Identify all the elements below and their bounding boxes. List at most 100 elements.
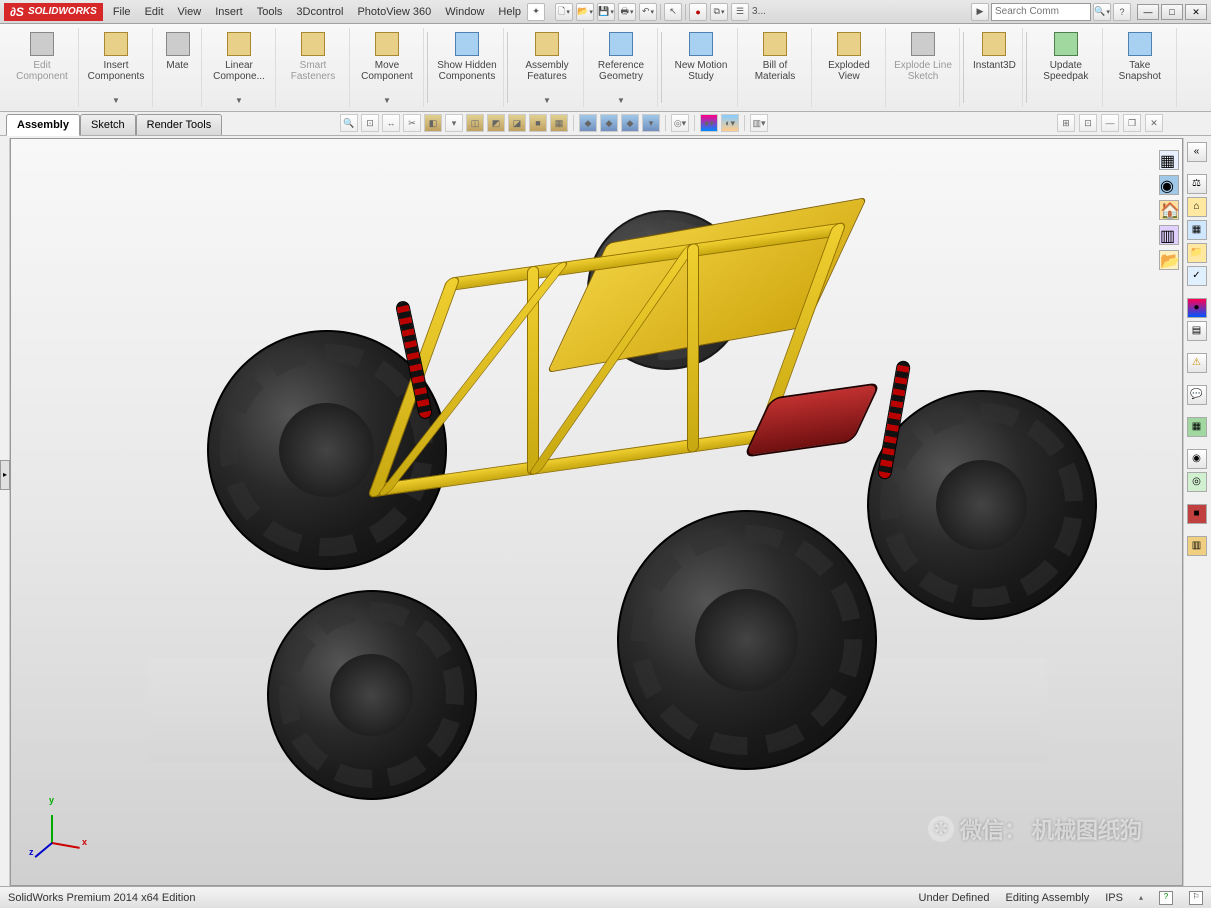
status-defined: Under Defined xyxy=(919,892,990,904)
hide-show-icon[interactable]: ◎▾ xyxy=(671,114,689,132)
status-flag-icon[interactable]: ⚐ xyxy=(1189,891,1203,905)
select-button[interactable]: ↖ xyxy=(664,3,682,21)
tp2-5-icon[interactable]: 📂 xyxy=(1159,250,1179,270)
ribbon-bill-of-materials[interactable]: Bill of Materials xyxy=(739,28,812,107)
rebuild-button[interactable]: ● xyxy=(689,3,707,21)
taskpane-misc1-icon[interactable]: ◉ xyxy=(1187,449,1207,469)
save-button[interactable]: 💾 xyxy=(597,3,615,21)
ribbon-assembly-features[interactable]: Assembly Features▼ xyxy=(511,28,584,107)
zoom-fit-icon[interactable]: 🔍 xyxy=(340,114,358,132)
section-view-icon[interactable]: ✂ xyxy=(403,114,421,132)
help-button[interactable]: ? xyxy=(1113,3,1131,21)
prev-view-icon[interactable]: ↔ xyxy=(382,114,400,132)
watermark-prefix: 微信： xyxy=(960,813,1026,845)
vp-btn-2[interactable]: ⊡ xyxy=(1079,114,1097,132)
tab-sketch[interactable]: Sketch xyxy=(80,114,136,135)
menu-window[interactable]: Window xyxy=(445,6,484,18)
ribbon-mate[interactable]: Mate xyxy=(154,28,202,107)
taskpane-design-lib-icon[interactable]: ▦ xyxy=(1187,220,1207,240)
shadow-icon[interactable]: ▦ xyxy=(550,114,568,132)
vp-restore[interactable]: ❐ xyxy=(1123,114,1141,132)
taskpane-excel-icon[interactable]: ▦ xyxy=(1187,417,1207,437)
wireframe-icon[interactable]: ◫ xyxy=(466,114,484,132)
taskpane-expand-icon[interactable]: « xyxy=(1187,142,1207,162)
search-dropdown[interactable]: 🔍 xyxy=(1093,3,1111,21)
feature-tree-flyout-handle[interactable]: ▸ xyxy=(0,460,10,490)
shaded-edges-icon[interactable]: ◪ xyxy=(508,114,526,132)
taskpane-appearances-icon[interactable]: ● xyxy=(1187,298,1207,318)
taskpane-warning-icon[interactable]: ⚠ xyxy=(1187,353,1207,373)
ribbon-update-speedpak[interactable]: Update Speedpak xyxy=(1030,28,1103,107)
ribbon-label: Mate xyxy=(166,60,188,71)
new-doc-button[interactable]: 🗋 xyxy=(555,3,573,21)
ribbon-linear-compone-[interactable]: Linear Compone...▼ xyxy=(203,28,276,107)
ribbon-show-hidden-components[interactable]: Show Hidden Components xyxy=(431,28,504,107)
shaded-icon[interactable]: ■ xyxy=(529,114,547,132)
ribbon-reference-geometry[interactable]: Reference Geometry▼ xyxy=(585,28,658,107)
scene-icon[interactable]: ◐▾ xyxy=(721,114,739,132)
menu-edit[interactable]: Edit xyxy=(145,6,164,18)
menu-help[interactable]: Help xyxy=(498,6,521,18)
taskpane-bottom-icon[interactable]: ▥ xyxy=(1187,536,1207,556)
view-cube-2-icon[interactable]: ◆ xyxy=(600,114,618,132)
task-pane-secondary: ▦ ◉ 🏠 ▥ 📂 xyxy=(1157,150,1181,270)
vp-close[interactable]: ✕ xyxy=(1145,114,1163,132)
search-run-icon[interactable]: ▶ xyxy=(971,3,989,21)
tp2-2-icon[interactable]: ◉ xyxy=(1159,175,1179,195)
appearance-icon[interactable]: ●▾ xyxy=(700,114,718,132)
ribbon-insert-components[interactable]: Insert Components▼ xyxy=(80,28,153,107)
view-cube-3-icon[interactable]: ◆ xyxy=(621,114,639,132)
options-button[interactable]: ⧉ xyxy=(710,3,728,21)
menu-3dcontrol[interactable]: 3Dcontrol xyxy=(296,6,343,18)
tab-render-tools[interactable]: Render Tools xyxy=(136,114,223,135)
help-star-icon[interactable]: ✦ xyxy=(527,3,545,21)
vp-btn-1[interactable]: ⊞ xyxy=(1057,114,1075,132)
ribbon-label: Explode Line Sketch xyxy=(893,60,953,82)
menu-view[interactable]: View xyxy=(178,6,202,18)
view-triad: y z x xyxy=(31,803,81,853)
open-doc-button[interactable]: 📂 xyxy=(576,3,594,21)
taskpane-misc2-icon[interactable]: ◎ xyxy=(1187,472,1207,492)
display-style-icon[interactable]: ▾ xyxy=(445,114,463,132)
view-orient-icon[interactable]: ◧ xyxy=(424,114,442,132)
window-controls: — □ ✕ xyxy=(1137,4,1207,20)
ribbon-new-motion-study[interactable]: New Motion Study xyxy=(665,28,738,107)
search-input[interactable] xyxy=(991,3,1091,21)
graphics-viewport[interactable]: y z x ✱ 微信： 机械图纸狗 xyxy=(10,138,1183,886)
view-cube-1-icon[interactable]: ◆ xyxy=(579,114,597,132)
ribbon-take-snapshot[interactable]: Take Snapshot xyxy=(1104,28,1177,107)
maximize-button[interactable]: □ xyxy=(1161,4,1183,20)
status-units[interactable]: IPS xyxy=(1105,892,1123,904)
taskpane-file-explorer-icon[interactable]: 📁 xyxy=(1187,243,1207,263)
logo-glyph-icon: ∂S xyxy=(10,5,24,19)
taskpane-balance-icon[interactable]: ⚖ xyxy=(1187,174,1207,194)
taskpane-color-icon[interactable]: ■ xyxy=(1187,504,1207,524)
vp-minimize[interactable]: — xyxy=(1101,114,1119,132)
render-settings-icon[interactable]: ▥▾ xyxy=(750,114,768,132)
tp2-4-icon[interactable]: ▥ xyxy=(1159,225,1179,245)
taskpane-resources-icon[interactable]: ⌂ xyxy=(1187,197,1207,217)
zoom-area-icon[interactable]: ⊡ xyxy=(361,114,379,132)
print-button[interactable]: 🖶 xyxy=(618,3,636,21)
taskpane-custom-props-icon[interactable]: ▤ xyxy=(1187,321,1207,341)
hidden-lines-icon[interactable]: ◩ xyxy=(487,114,505,132)
close-button[interactable]: ✕ xyxy=(1185,4,1207,20)
menu-insert[interactable]: Insert xyxy=(215,6,243,18)
taskpane-forum-icon[interactable]: 💬 xyxy=(1187,385,1207,405)
status-help-icon[interactable]: ? xyxy=(1159,891,1173,905)
taskpane-view-palette-icon[interactable]: ✓ xyxy=(1187,266,1207,286)
view-cube-4-icon[interactable]: ▾ xyxy=(642,114,660,132)
tp2-1-icon[interactable]: ▦ xyxy=(1159,150,1179,170)
menu-photoview[interactable]: PhotoView 360 xyxy=(357,6,431,18)
menu-file[interactable]: File xyxy=(113,6,131,18)
doc-list-button[interactable]: ☰ xyxy=(731,3,749,21)
ribbon-exploded-view[interactable]: Exploded View xyxy=(813,28,886,107)
tab-assembly[interactable]: Assembly xyxy=(6,114,80,136)
ribbon-instant-d[interactable]: Instant3D xyxy=(967,28,1023,107)
undo-button[interactable]: ↶ xyxy=(639,3,657,21)
ribbon-move-component[interactable]: Move Component▼ xyxy=(351,28,424,107)
minimize-button[interactable]: — xyxy=(1137,4,1159,20)
tp2-3-icon[interactable]: 🏠 xyxy=(1159,200,1179,220)
menu-tools[interactable]: Tools xyxy=(257,6,283,18)
wheel-rear-right xyxy=(867,390,1097,620)
